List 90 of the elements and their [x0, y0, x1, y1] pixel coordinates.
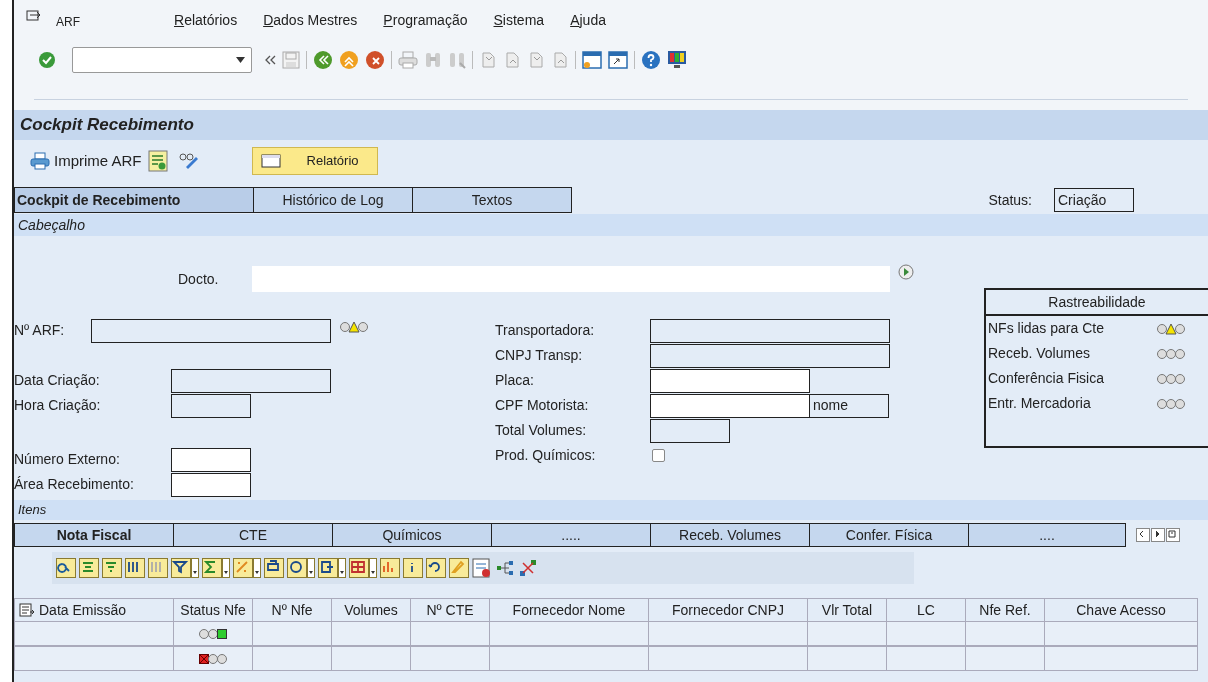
- tab[interactable]: Químicos: [332, 523, 492, 547]
- menu-item[interactable]: Ajuda: [570, 9, 606, 31]
- align-icon[interactable]: [79, 558, 99, 578]
- filter-icon[interactable]: [171, 558, 191, 578]
- field-label: Docto.: [178, 269, 220, 289]
- list-delete-icon[interactable]: [472, 558, 492, 578]
- new-window-icon[interactable]: [582, 51, 602, 69]
- status-field: Criação: [1054, 188, 1134, 212]
- tab[interactable]: Confer. Física: [809, 523, 969, 547]
- document-field[interactable]: [252, 266, 890, 292]
- tab[interactable]: Textos: [412, 187, 572, 213]
- dropdown-caret-icon[interactable]: [307, 558, 315, 578]
- dropdown-caret-icon[interactable]: [369, 558, 377, 578]
- field-label: Nº ARF:: [14, 321, 66, 340]
- scroll-left-icon[interactable]: [1136, 528, 1150, 542]
- tab[interactable]: CTE: [173, 523, 333, 547]
- report-button[interactable]: Relatório: [251, 147, 378, 175]
- back-icon[interactable]: [313, 50, 333, 70]
- field-label: CPF Motorista:: [495, 396, 590, 415]
- dropdown-caret-icon[interactable]: [253, 558, 261, 578]
- print-icon: [30, 152, 50, 170]
- input-field[interactable]: [650, 393, 810, 418]
- glasses-pen-icon[interactable]: [177, 152, 200, 170]
- tab[interactable]: ....: [968, 523, 1126, 547]
- dropdown-caret-icon[interactable]: [338, 558, 346, 578]
- input-field[interactable]: [171, 447, 251, 472]
- trace-label: Conferência Fisica: [988, 369, 1105, 388]
- field-label: Placa:: [495, 371, 535, 390]
- checkbox[interactable]: [652, 449, 665, 462]
- dropdown-caret-icon[interactable]: [191, 558, 199, 578]
- export-icon[interactable]: [318, 558, 338, 578]
- print-icon[interactable]: [264, 558, 284, 578]
- program-title: ARF: [56, 14, 81, 31]
- chart-icon[interactable]: [380, 558, 400, 578]
- command-field[interactable]: [72, 47, 252, 73]
- input-field[interactable]: [650, 368, 810, 393]
- tab[interactable]: Receb. Volumes: [650, 523, 810, 547]
- status-label: Status:: [988, 190, 1032, 210]
- cancel-icon[interactable]: [365, 50, 385, 70]
- field-label: Área Recebimento:: [14, 475, 135, 494]
- section-header: Cabeçalho: [14, 214, 1208, 236]
- layout-icon[interactable]: [349, 558, 369, 578]
- dropdown-caret-icon[interactable]: [222, 558, 230, 578]
- tab[interactable]: Histórico de Log: [253, 187, 413, 213]
- field-label: Hora Criação:: [14, 396, 102, 415]
- field-label: Número Externo:: [14, 450, 121, 469]
- menu-item[interactable]: Dados Mestres: [263, 9, 358, 31]
- trace-label: NFs lidas para Cte: [988, 319, 1105, 338]
- view-icon[interactable]: [287, 558, 307, 578]
- check-icon[interactable]: [38, 51, 56, 69]
- tab[interactable]: .....: [491, 523, 651, 547]
- field-label: Transportadora:: [495, 321, 596, 340]
- column-settings-icon[interactable]: [19, 603, 35, 617]
- dropdown-caret-icon: [236, 57, 245, 63]
- name-field: nome: [809, 393, 889, 418]
- section-header: Itens: [14, 500, 1208, 520]
- trace-label: Entr. Mercadoria: [988, 394, 1092, 413]
- tab[interactable]: Cockpit de Recebimento: [14, 187, 254, 213]
- subtotal-icon[interactable]: [233, 558, 253, 578]
- menu-item[interactable]: Relatórios: [174, 9, 238, 31]
- pencil-icon[interactable]: [449, 558, 469, 578]
- info-icon[interactable]: [403, 558, 423, 578]
- field-label: Prod. Químicos:: [495, 446, 597, 465]
- input-field[interactable]: [171, 472, 251, 497]
- magnifier-icon[interactable]: [56, 558, 76, 578]
- field-label: Data Criação:: [14, 371, 101, 390]
- hierarchy-icon[interactable]: [495, 558, 515, 578]
- trace-label: Receb. Volumes: [988, 344, 1091, 363]
- panel-title: Rastreabilidade: [986, 290, 1208, 316]
- sort-icon[interactable]: [102, 558, 122, 578]
- monitor-icon[interactable]: [667, 50, 687, 70]
- field-label: Total Volumes:: [495, 421, 588, 440]
- help-icon[interactable]: [641, 50, 661, 70]
- refresh-icon[interactable]: [426, 558, 446, 578]
- collapse-icon[interactable]: [264, 55, 276, 65]
- add-list-icon[interactable]: [147, 150, 168, 172]
- window-icon: [260, 154, 281, 168]
- disconnect-icon[interactable]: [518, 558, 538, 578]
- shortcut-icon[interactable]: [608, 51, 628, 69]
- menu-item[interactable]: Sistema: [493, 9, 545, 31]
- field-label: CNPJ Transp:: [495, 346, 584, 365]
- menu-icon[interactable]: [26, 10, 42, 24]
- scroll-right-icon[interactable]: [1151, 528, 1165, 542]
- tab[interactable]: Nota Fiscal: [14, 523, 174, 547]
- print-button[interactable]: Imprime ARF: [30, 147, 142, 175]
- sum-icon[interactable]: [202, 558, 222, 578]
- page-title: Cockpit Recebimento: [14, 110, 1208, 140]
- menu-item[interactable]: Programação: [383, 9, 468, 31]
- tab-list-icon[interactable]: [1166, 528, 1180, 542]
- execute-icon[interactable]: [898, 264, 914, 280]
